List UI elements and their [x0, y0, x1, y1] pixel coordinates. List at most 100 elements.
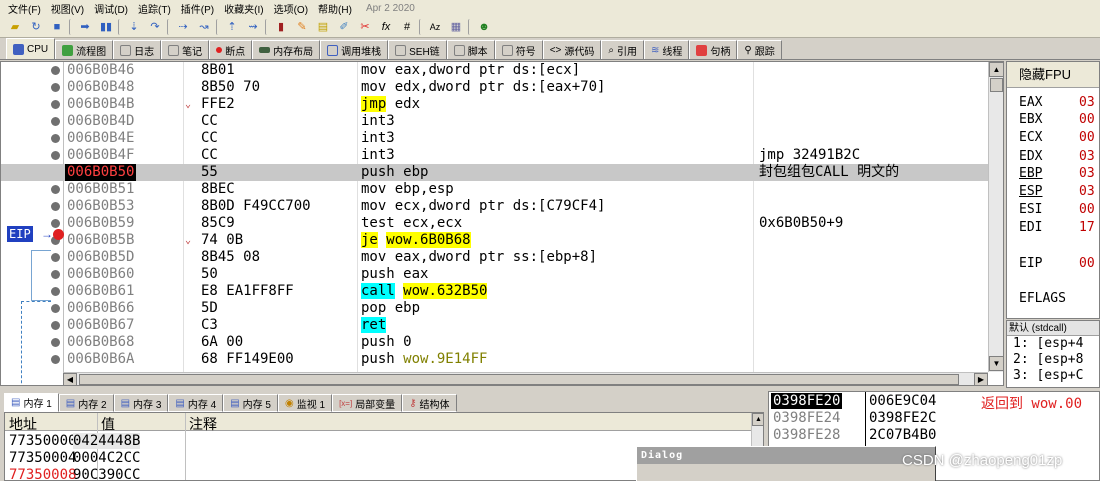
- breakpoint-icon[interactable]: ▮: [272, 18, 290, 36]
- tab-memory-2[interactable]: ▤ 内存 2: [58, 394, 114, 412]
- disassembly-row[interactable]: 006B0B53 8B0D F49CC700 mov ecx,dword ptr d…: [1, 198, 988, 215]
- tab-handles[interactable]: 句柄: [689, 40, 738, 59]
- scroll-down-icon[interactable]: ▼: [989, 356, 1003, 371]
- tab-callstack[interactable]: 调用堆栈: [320, 40, 389, 59]
- breakpoint-dot-icon[interactable]: [51, 321, 60, 330]
- scroll-up-icon[interactable]: ▲: [989, 62, 1003, 77]
- tab-memory-4[interactable]: ▤ 内存 4: [168, 394, 224, 412]
- disassembly-hscroll[interactable]: ◀ ▶: [63, 372, 988, 385]
- run-icon[interactable]: ➡: [76, 18, 94, 36]
- menu-view[interactable]: 视图(V): [51, 1, 84, 16]
- disassembly-row[interactable]: 006B0B4D CC int3: [1, 113, 988, 130]
- register-ebx[interactable]: EBX 00: [1019, 112, 1095, 127]
- column-header-value[interactable]: 值: [101, 414, 115, 434]
- scroll-thumb[interactable]: [990, 78, 1003, 92]
- column-header-comment[interactable]: 注释: [189, 414, 217, 434]
- scroll-right-icon[interactable]: ▶: [974, 373, 988, 385]
- breakpoint-dot-icon[interactable]: [51, 270, 60, 279]
- disassembly-row[interactable]: 006B0B4F CC int3 jmp 32491B2C: [1, 147, 988, 164]
- tab-graph[interactable]: 流程图: [55, 40, 114, 59]
- tab-symbols[interactable]: 符号: [494, 40, 543, 59]
- register-ebp[interactable]: EBP 03: [1019, 166, 1095, 181]
- open-icon[interactable]: ▰: [6, 18, 24, 36]
- registers-pane[interactable]: 隐藏FPU EAX 03 EBX 00 ECX 00 EDX 03 EBP 03 ESP 0…: [1006, 61, 1100, 319]
- disassembly-row[interactable]: 006B0B5B ⌄ 74 0B je wow.6B0B68: [1, 232, 988, 249]
- tab-memory-map[interactable]: 内存布局: [252, 40, 321, 59]
- step-over-icon[interactable]: ↷: [146, 18, 164, 36]
- breakpoint-dot-icon[interactable]: [51, 202, 60, 211]
- breakpoint-dot-icon[interactable]: [51, 83, 60, 92]
- register-eip[interactable]: EIP 00: [1019, 256, 1095, 271]
- breakpoint-dot-icon[interactable]: [51, 151, 60, 160]
- breakpoint-dot-icon[interactable]: [51, 355, 60, 364]
- register-esp[interactable]: ESP 03: [1019, 184, 1095, 199]
- breakpoint-dot-icon[interactable]: [51, 304, 60, 313]
- tab-memory-5[interactable]: ▤ 内存 5: [223, 394, 278, 412]
- register-eflags[interactable]: EFLAGS: [1019, 291, 1066, 306]
- disassembly-pane[interactable]: 006B0B46 8B01 mov eax,dword ptr ds:[ecx] 00…: [0, 61, 1004, 386]
- dialog-window[interactable]: Dialog: [636, 446, 936, 481]
- breakpoint-dot-icon[interactable]: [51, 338, 60, 347]
- breakpoint-icon[interactable]: [53, 229, 64, 240]
- menu-file[interactable]: 文件(F): [8, 1, 41, 16]
- breakpoint-dot-icon[interactable]: [51, 185, 60, 194]
- font-icon[interactable]: Az: [426, 18, 444, 36]
- tab-seh[interactable]: SEH链: [388, 40, 447, 59]
- scroll-up-icon[interactable]: ▲: [752, 413, 763, 426]
- tab-watch-1[interactable]: ◉ 监视 1: [277, 394, 333, 412]
- register-ecx[interactable]: ECX 00: [1019, 130, 1095, 145]
- breakpoint-dot-icon[interactable]: [51, 287, 60, 296]
- disassembly-row[interactable]: 006B0B67 C3 ret: [1, 317, 988, 334]
- run-to-user-code-icon[interactable]: ⇝: [244, 18, 262, 36]
- menu-plugins[interactable]: 插件(P): [181, 1, 214, 16]
- menu-debug[interactable]: 调试(D): [94, 1, 128, 16]
- disassembly-row[interactable]: 006B0B4B ⌄ FFE2 jmp edx: [1, 96, 988, 113]
- disassembly-row[interactable]: 006B0B68 6A 00 push 0: [1, 334, 988, 351]
- breakpoint-dot-icon[interactable]: [51, 134, 60, 143]
- step-into-icon[interactable]: ⇣: [125, 18, 143, 36]
- disassembly-row[interactable]: 006B0B60 50 push eax: [1, 266, 988, 283]
- breakpoint-dot-icon[interactable]: [51, 253, 60, 262]
- about-icon[interactable]: ☻: [475, 18, 493, 36]
- stop-icon[interactable]: ■: [48, 18, 66, 36]
- breakpoint-dot-icon[interactable]: [51, 100, 60, 109]
- disassembly-row[interactable]: 006B0B48 8B50 70 mov edx,dword ptr ds:[eax…: [1, 79, 988, 96]
- disassembly-vscroll[interactable]: ▲ ▼: [988, 62, 1003, 372]
- disassembly-row[interactable]: 006B0B66 5D pop ebp: [1, 300, 988, 317]
- tab-trace[interactable]: ⚲ 跟踪: [737, 40, 782, 59]
- trace-into-icon[interactable]: ⇢: [174, 18, 192, 36]
- menu-options[interactable]: 选项(O): [274, 1, 308, 16]
- disassembly-row[interactable]: 006B0B59 85C9 test ecx,ecx 0x6B0B50+9: [1, 215, 988, 232]
- disassembly-row[interactable]: 006B0B5D 8B45 08 mov eax,dword ptr ss:[ebp…: [1, 249, 988, 266]
- menu-favourites[interactable]: 收藏夹(I): [224, 1, 263, 16]
- tab-notes[interactable]: 笔记: [161, 40, 210, 59]
- pause-icon[interactable]: ▮▮: [97, 18, 115, 36]
- comment-icon[interactable]: ✐: [335, 18, 353, 36]
- menu-trace[interactable]: 追踪(T): [138, 1, 171, 16]
- breakpoint-dot-icon[interactable]: [51, 117, 60, 126]
- calculator-icon[interactable]: ▦: [447, 18, 465, 36]
- hide-icon[interactable]: ✂: [356, 18, 374, 36]
- disassembly-row[interactable]: 006B0B4E CC int3: [1, 130, 988, 147]
- tab-threads[interactable]: ≋ 线程: [643, 40, 690, 59]
- menu-help[interactable]: 帮助(H): [318, 1, 352, 16]
- function-icon[interactable]: fx: [377, 18, 395, 36]
- disassembly-row[interactable]: 006B0B50 55 push ebp 封包组包CALL 明文的: [1, 164, 988, 181]
- hide-fpu-toggle[interactable]: 隐藏FPU: [1007, 62, 1099, 88]
- scroll-thumb[interactable]: [79, 374, 959, 385]
- restart-icon[interactable]: ↻: [27, 18, 45, 36]
- tab-log[interactable]: 日志: [113, 40, 162, 59]
- tab-cpu[interactable]: CPU: [6, 38, 56, 59]
- breakpoint-dot-icon[interactable]: [51, 66, 60, 75]
- register-edx[interactable]: EDX 03: [1019, 149, 1095, 164]
- scroll-left-icon[interactable]: ◀: [63, 373, 77, 385]
- calling-convention-select[interactable]: 默认 (stdcall): [1007, 321, 1099, 336]
- tab-breakpoints[interactable]: 断点: [209, 40, 253, 59]
- disassembly-row[interactable]: 006B0B51 8BEC mov ebp,esp: [1, 181, 988, 198]
- execute-till-return-icon[interactable]: ⇡: [223, 18, 241, 36]
- patch-icon[interactable]: ▤: [314, 18, 332, 36]
- tab-references[interactable]: ⌕ 引用: [601, 40, 644, 59]
- register-esi[interactable]: ESI 00: [1019, 202, 1095, 217]
- disassembly-row[interactable]: 006B0B6A 68 FF149E00 push wow.9E14FF: [1, 351, 988, 368]
- trace-over-icon[interactable]: ↝: [195, 18, 213, 36]
